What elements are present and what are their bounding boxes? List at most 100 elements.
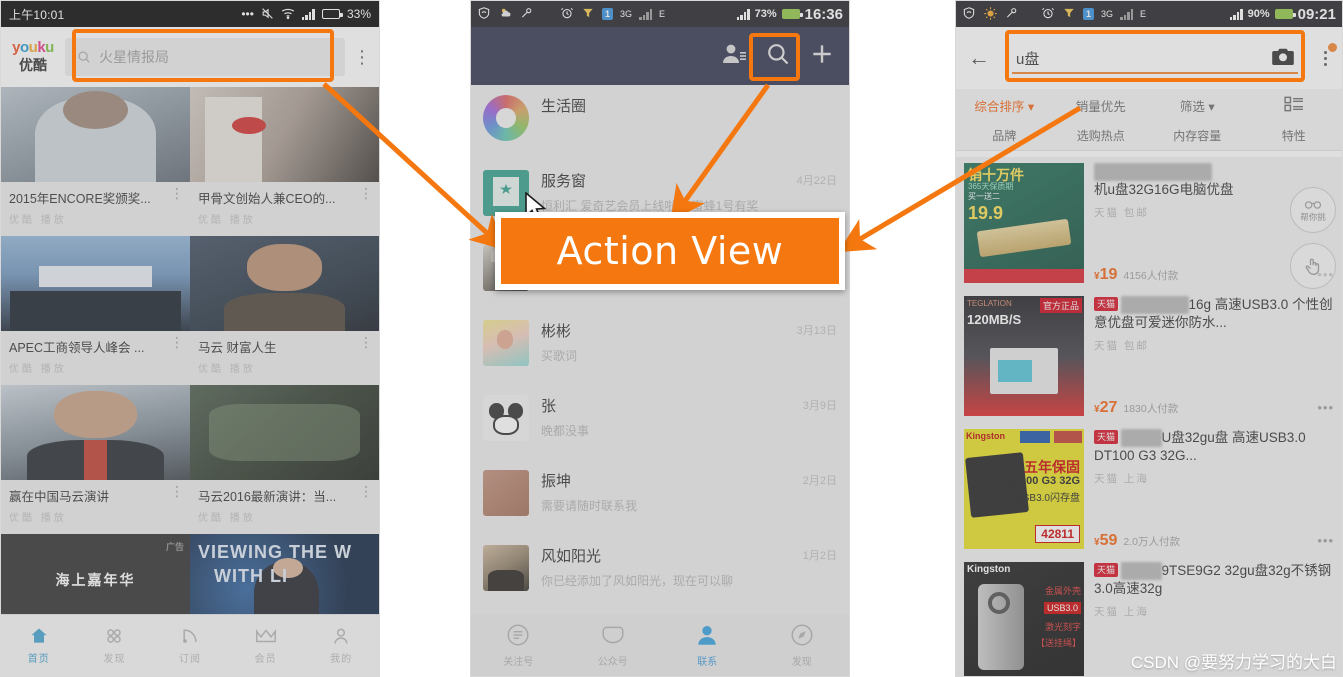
chat-time: 3月27日 <box>796 250 837 262</box>
taobao-sort-bar: 综合排序 ▾ 销量优先 筛选 ▾ <box>956 89 1342 121</box>
product-price: ¥27 <box>1094 399 1118 416</box>
card-kebab-icon[interactable]: ⋮ <box>170 335 184 348</box>
promo-banner[interactable]: 广告 海上嘉年华 VIEWING THE W WITH LI <box>1 534 379 626</box>
chat-list-item[interactable]: 彬彬 买歌词 3月13日 <box>471 310 849 385</box>
video-card[interactable]: 甲骨文创始人兼CEO的... 优酷 播放 ⋮ <box>190 87 379 236</box>
video-card[interactable]: 马云 财富人生 优酷 播放 ⋮ <box>190 236 379 385</box>
sort-option-sales[interactable]: 销量优先 <box>1053 96 1150 115</box>
kebab-menu-icon[interactable]: ⋮ <box>351 48 373 66</box>
filter-tab-capacity[interactable]: 内存容量 <box>1149 127 1246 144</box>
product-list-item[interactable]: Kingston 五年保固 DT100 G3 32G USB3.0闪存盘 428… <box>956 423 1342 556</box>
sort-label: 筛选 <box>1179 99 1205 114</box>
binoculars-icon <box>1304 201 1322 209</box>
product-title: 天猫金士顿U盘32gu盘 高速USB3.0 DT100 G3 32G... <box>1094 429 1334 465</box>
chat-list-item[interactable]: 风如阳光 你已经添加了风如阳光，现在可以聊 1月2日 <box>471 535 849 610</box>
product-shop: 天猫 上海 <box>1094 606 1149 619</box>
chat-list-item[interactable]: 服务窗 恒利汇 爱奇艺会员上线啦 小蜜蜂1号有奖 4月22日 <box>471 160 849 235</box>
video-title: APEC工商领导人峰会 ... <box>9 341 145 355</box>
product-sales: 4156人付款 <box>1123 270 1179 282</box>
chat-preview: 你已经添加了风如阳光，现在可以聊 <box>541 574 734 588</box>
signal-icon <box>301 8 315 20</box>
promo-banner-left[interactable]: 广告 海上嘉年华 <box>1 534 190 626</box>
battery-icon <box>1274 9 1296 19</box>
nav-item-profile[interactable]: 我的 <box>303 615 379 676</box>
network-type: 3G <box>620 9 633 19</box>
promo-line-2: WITH LI <box>214 566 288 586</box>
status-bar-wechat: 1 3G E 73% 16:36 <box>471 1 849 27</box>
kebab-menu-icon[interactable] <box>1316 50 1334 66</box>
youku-search-input[interactable]: 火星情报局 <box>65 38 345 76</box>
chat-list-item[interactable]: 生活圈 <box>471 85 849 160</box>
contacts-icon[interactable] <box>721 42 747 71</box>
nav-item-official[interactable]: 公众号 <box>566 614 661 676</box>
taobao-appbar: ← u盘 <box>956 27 1342 89</box>
card-kebab-icon[interactable]: ⋮ <box>170 484 184 497</box>
card-kebab-icon[interactable]: ⋮ <box>359 335 373 348</box>
video-card[interactable]: 2015年ENCORE奖颁奖... 优酷 播放 ⋮ <box>1 87 190 236</box>
sort-option-comprehensive[interactable]: 综合排序 ▾ <box>956 96 1053 115</box>
shield-icon <box>962 6 976 22</box>
nav-item-subscribe[interactable]: 订阅 <box>152 615 228 676</box>
wechat-bottom-nav: 关注号 公众号 联系 发现 <box>471 614 849 676</box>
video-meta: 马云 财富人生 优酷 播放 ⋮ <box>190 331 379 385</box>
video-card[interactable]: 马云2016最新演讲：当... 优酷 播放 ⋮ <box>190 385 379 534</box>
nav-label: 我的 <box>330 654 353 665</box>
card-kebab-icon[interactable]: ⋮ <box>359 186 373 199</box>
filter-tab-features[interactable]: 特性 <box>1246 127 1343 144</box>
chat-name: 彬彬 <box>541 323 572 340</box>
battery-icon <box>781 9 803 19</box>
youku-bottom-nav: 首页 发现 订阅 会员 我的 <box>1 614 379 676</box>
nav-item-discover[interactable]: 发现 <box>77 615 153 676</box>
video-thumbnail <box>1 87 190 182</box>
video-subtitle: 优酷 播放 <box>198 215 256 226</box>
status-time: 16:36 <box>804 5 843 23</box>
edge-indicator: E <box>659 9 666 19</box>
product-sales: 2.0万人付款 <box>1123 536 1180 548</box>
network-type: 3G <box>1101 9 1114 19</box>
tmall-badge: 天猫 <box>1094 297 1119 312</box>
signal-icon-2 <box>1229 8 1243 20</box>
taobao-search-input[interactable]: u盘 <box>1002 38 1308 78</box>
promo-banner-right[interactable]: VIEWING THE W WITH LI <box>190 534 379 626</box>
chat-list-item[interactable]: 振坤 需要请随时联系我 2月2日 <box>471 460 849 535</box>
nav-item-home[interactable]: 首页 <box>1 615 77 676</box>
nav-label: 联系 <box>697 657 718 668</box>
chat-list-item[interactable]: 郁 不好听 没想到 3月27日 <box>471 235 849 310</box>
nav-item-contacts[interactable]: 联系 <box>660 614 755 676</box>
fab-help-pick[interactable]: 帮你挑 <box>1290 187 1336 233</box>
video-card[interactable]: 赢在中国马云演讲 优酷 播放 ⋮ <box>1 385 190 534</box>
product-image: Kingston 金属外壳 USB3.0 激光刻字 【送挂绳】 <box>964 562 1084 676</box>
filter-tab-hotspot[interactable]: 选购热点 <box>1053 127 1150 144</box>
video-title: 马云2016最新演讲：当... <box>198 490 337 504</box>
promo-line-1: VIEWING THE W <box>198 542 352 562</box>
nav-item-feed[interactable]: 关注号 <box>471 614 566 676</box>
chat-preview: 需要请随时联系我 <box>541 499 638 513</box>
wechat-chat-list: 生活圈 服务窗 恒利汇 爱奇艺会员上线啦 小蜜蜂1号有奖 4月22日 郁 不好听… <box>471 85 849 614</box>
filter-tab-brand[interactable]: 品牌 <box>956 127 1053 144</box>
view-toggle-icon[interactable] <box>1246 96 1343 115</box>
nav-item-discover[interactable]: 发现 <box>755 614 850 676</box>
plus-icon[interactable] <box>809 41 835 72</box>
chat-list-item[interactable]: 张 晚都没事 3月9日 <box>471 385 849 460</box>
nav-item-vip[interactable]: 会员 <box>228 615 304 676</box>
chat-time: 3月13日 <box>796 325 837 337</box>
search-icon[interactable] <box>765 41 791 72</box>
wifi-icon <box>281 8 295 21</box>
camera-icon[interactable] <box>1272 47 1294 70</box>
chat-time: 2月2日 <box>802 475 837 487</box>
card-kebab-icon[interactable]: ⋮ <box>359 484 373 497</box>
fab-hand[interactable] <box>1290 243 1336 289</box>
search-underline <box>1012 72 1298 74</box>
video-card[interactable]: APEC工商领导人峰会 ... 优酷 播放 ⋮ <box>1 236 190 385</box>
card-kebab-icon[interactable]: ⋮ <box>170 186 184 199</box>
sort-option-filter[interactable]: 筛选 ▾ <box>1149 96 1246 115</box>
avatar <box>483 170 529 216</box>
product-more-icon[interactable]: ••• <box>1317 533 1334 548</box>
alarm-icon <box>560 6 574 22</box>
product-list-item[interactable]: 销十万件 365天保质期 买一送二 19.9 创意个性金属U盘手 机u盘32G1… <box>956 157 1342 290</box>
sync-icon <box>581 6 595 22</box>
product-more-icon[interactable]: ••• <box>1317 400 1334 415</box>
search-icon <box>78 51 90 63</box>
back-arrow-icon[interactable]: ← <box>964 45 994 71</box>
product-list-item[interactable]: TEGLATION 官方正品 120MB/S 天猫闪迪旗舰店16g 高速USB3… <box>956 290 1342 423</box>
